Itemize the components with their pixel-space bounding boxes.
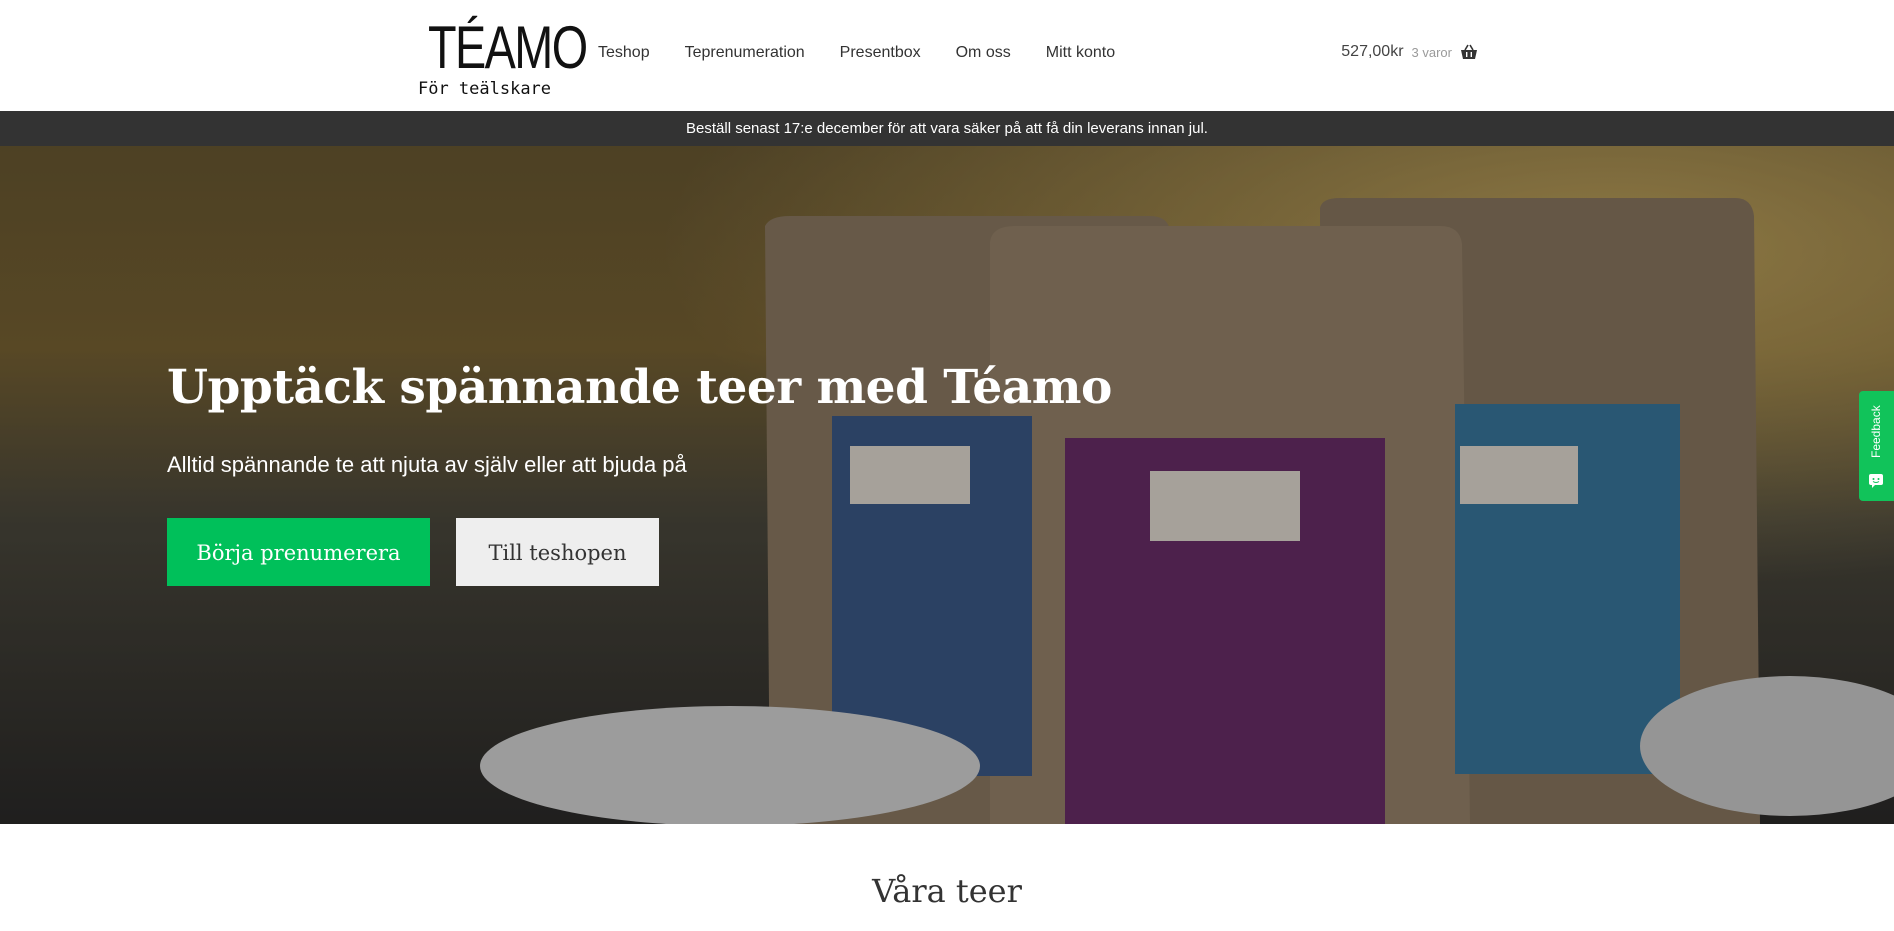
- site-header: TÉAMO För teälskare Teshop Teprenumerati…: [0, 0, 1894, 111]
- cart-link[interactable]: 527,00kr 3 varor: [1341, 43, 1478, 61]
- cart-amount: 527,00kr: [1341, 43, 1404, 60]
- hero-overlay: [0, 146, 1894, 824]
- nav-item-presentbox[interactable]: Presentbox: [840, 44, 921, 62]
- nav-item-teprenumeration[interactable]: Teprenumeration: [685, 44, 805, 62]
- feedback-label: Feedback: [1869, 405, 1883, 459]
- chat-icon: [1869, 474, 1883, 488]
- cart-count: 3 varor: [1411, 44, 1452, 60]
- section-title: Våra teer: [872, 872, 1022, 910]
- notice-text: Beställ senast 17:e december för att var…: [686, 120, 1208, 137]
- hero-subtitle: Alltid spännande te att njuta av själv e…: [167, 452, 687, 477]
- hero-banner: Upptäck spännande teer med Téamo Alltid …: [0, 146, 1894, 824]
- nav-item-om-oss[interactable]: Om oss: [956, 44, 1011, 62]
- logo-tagline: För teälskare: [417, 79, 552, 99]
- nav-item-teshop[interactable]: Teshop: [598, 44, 650, 62]
- go-to-shop-button[interactable]: Till teshopen: [456, 518, 659, 586]
- hero-title: Upptäck spännande teer med Téamo: [167, 360, 1112, 415]
- nav-item-mitt-konto[interactable]: Mitt konto: [1046, 44, 1115, 62]
- site-logo[interactable]: TÉAMO För teälskare: [412, 14, 588, 100]
- logo-wordmark: TÉAMO: [427, 14, 588, 81]
- notice-bar: Beställ senast 17:e december för att var…: [0, 111, 1894, 146]
- start-subscription-button[interactable]: Börja prenumerera: [167, 518, 430, 586]
- basket-icon: [1460, 44, 1478, 60]
- feedback-tab[interactable]: Feedback: [1859, 391, 1894, 501]
- main-nav: Teshop Teprenumeration Presentbox Om oss…: [598, 44, 1150, 62]
